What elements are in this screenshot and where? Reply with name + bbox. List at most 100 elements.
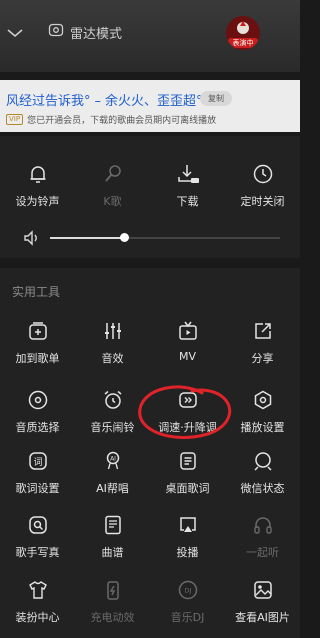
mv-label: MV [178, 350, 196, 363]
tools-row-2: 音质选择 音乐闹铃 调速·升降调 播放设置 [0, 388, 300, 435]
singer-photo-button[interactable]: 歌手写真 [0, 513, 75, 560]
karaoke-button[interactable]: K歌 [75, 162, 150, 209]
wechat-status-icon [251, 449, 275, 473]
copy-button[interactable]: 复制 [200, 91, 232, 106]
quality-select-button[interactable]: 音质选择 [0, 388, 75, 435]
singer-photo-label: 歌手写真 [15, 546, 60, 559]
download-label: 下载 [176, 195, 199, 208]
karaoke-label: K歌 [103, 195, 122, 208]
radar-mode-label: 雷达模式 [70, 26, 123, 42]
ai-sing-label: AI帮唱 [96, 482, 129, 495]
download-vip-icon [176, 162, 200, 186]
tools-row-5: 装扮中心 充电动效 DJ 音乐DJ 查看AI图片 [0, 578, 300, 625]
wechat-status-label: 微信状态 [240, 482, 285, 495]
music-dj-label: 音乐DJ [170, 611, 205, 624]
tshirt-icon [26, 578, 50, 602]
charging-effect-icon [101, 578, 125, 602]
svg-text:词: 词 [33, 457, 42, 468]
add-to-playlist-icon [26, 319, 50, 343]
sheet-music-label: 曲谱 [101, 546, 124, 559]
more-actions-panel: 设为铃声 K歌 下载 定时关闭 实用工具 加到歌单 音效 MV 分享 音质选择 … [0, 136, 300, 638]
volume-slider[interactable] [22, 228, 282, 248]
dj-icon: DJ [176, 578, 200, 602]
live-badge: 表演中 [228, 38, 258, 48]
set-ringtone-label: 设为铃声 [15, 195, 60, 208]
sleep-timer-button[interactable]: 定时关闭 [225, 162, 300, 209]
svg-text:DJ: DJ [184, 587, 191, 595]
play-settings-icon [251, 388, 275, 412]
music-alarm-button[interactable]: 音乐闹铃 [75, 388, 150, 435]
volume-fill [50, 237, 124, 239]
section-divider [0, 258, 300, 268]
sound-effects-label: 音效 [101, 352, 124, 365]
clock-icon [251, 162, 275, 186]
play-settings-label: 播放设置 [240, 421, 285, 434]
song-title[interactable]: 风经过告诉我° [6, 94, 91, 109]
play-settings-button[interactable]: 播放设置 [225, 388, 300, 435]
add-to-playlist-label: 加到歌单 [15, 352, 60, 365]
ai-sing-button[interactable]: AI AI帮唱 [75, 449, 150, 496]
cast-label: 投播 [176, 546, 199, 559]
quick-actions-row: 设为铃声 K歌 下载 定时关闭 [0, 162, 300, 209]
vip-notice: 您已开通会员，下载的歌曲会员期内可离线播放 [27, 116, 217, 126]
tv-icon [176, 319, 200, 343]
quality-select-label: 音质选择 [15, 421, 60, 434]
share-icon [251, 319, 275, 343]
tools-row-3: 词 歌词设置 AI AI帮唱 桌面歌词 微信状态 [0, 449, 300, 496]
radar-icon [48, 22, 64, 42]
speed-pitch-button[interactable]: 调速·升降调 [150, 388, 225, 435]
song-artist[interactable]: 余火火、歪歪超° [105, 94, 203, 109]
wechat-status-button[interactable]: 微信状态 [225, 449, 300, 496]
disc-quality-icon [26, 388, 50, 412]
music-alarm-label: 音乐闹铃 [90, 421, 135, 434]
speaker-icon [22, 228, 42, 252]
singer-photo-icon [26, 513, 50, 537]
cast-button[interactable]: 投播 [150, 513, 225, 560]
charging-effect-label: 充电动效 [90, 611, 135, 624]
view-ai-image-label: 查看AI图片 [235, 611, 290, 624]
ai-image-icon [251, 578, 275, 602]
share-label: 分享 [251, 352, 274, 365]
microphone-icon [101, 162, 125, 186]
alarm-clock-icon [101, 388, 125, 412]
radar-mode-button[interactable]: 雷达模式 [48, 22, 122, 42]
listen-together-label: 一起听 [246, 546, 279, 559]
speed-pitch-icon [176, 388, 200, 412]
desktop-lyrics-button[interactable]: 桌面歌词 [150, 449, 225, 496]
vip-badge: VIP [6, 114, 24, 125]
equalizer-icon [101, 319, 125, 343]
chevron-down-icon[interactable] [6, 24, 24, 43]
avatar[interactable]: 表演中 [226, 16, 260, 50]
sound-effects-button[interactable]: 音效 [75, 319, 150, 366]
theme-center-button[interactable]: 装扮中心 [0, 578, 75, 625]
share-button[interactable]: 分享 [225, 319, 300, 366]
song-info: 风经过告诉我° – 余火火、歪歪超° 复制 VIP 您已开通会员，下载的歌曲会员期内… [0, 80, 300, 132]
lyrics-settings-label: 歌词设置 [15, 482, 60, 495]
theme-center-label: 装扮中心 [15, 611, 60, 624]
title-separator: – [94, 94, 102, 109]
tools-section-title: 实用工具 [12, 285, 61, 299]
desktop-lyrics-label: 桌面歌词 [165, 482, 210, 495]
sheet-music-icon [101, 513, 125, 537]
cast-icon [176, 513, 200, 537]
download-button[interactable]: 下载 [150, 162, 225, 209]
top-header: 雷达模式 表演中 [0, 0, 300, 72]
speed-pitch-label: 调速·升降调 [158, 421, 217, 434]
sheet-music-button[interactable]: 曲谱 [75, 513, 150, 560]
volume-knob[interactable] [119, 233, 129, 242]
listen-together-button[interactable]: 一起听 [225, 513, 300, 560]
sleep-timer-label: 定时关闭 [240, 195, 285, 208]
desktop-lyrics-icon [176, 449, 200, 473]
lyrics-settings-button[interactable]: 词 歌词设置 [0, 449, 75, 496]
set-ringtone-button[interactable]: 设为铃声 [0, 162, 75, 209]
view-ai-image-button[interactable]: 查看AI图片 [225, 578, 300, 625]
tools-row-4: 歌手写真 曲谱 投播 一起听 [0, 513, 300, 560]
music-dj-button[interactable]: DJ 音乐DJ [150, 578, 225, 625]
tools-row-1: 加到歌单 音效 MV 分享 [0, 319, 300, 366]
svg-text:AI: AI [110, 456, 116, 463]
listen-together-icon [251, 513, 275, 537]
charging-effect-button[interactable]: 充电动效 [75, 578, 150, 625]
add-to-playlist-button[interactable]: 加到歌单 [0, 319, 75, 366]
bell-icon [26, 162, 50, 186]
mv-button[interactable]: MV [150, 319, 225, 366]
